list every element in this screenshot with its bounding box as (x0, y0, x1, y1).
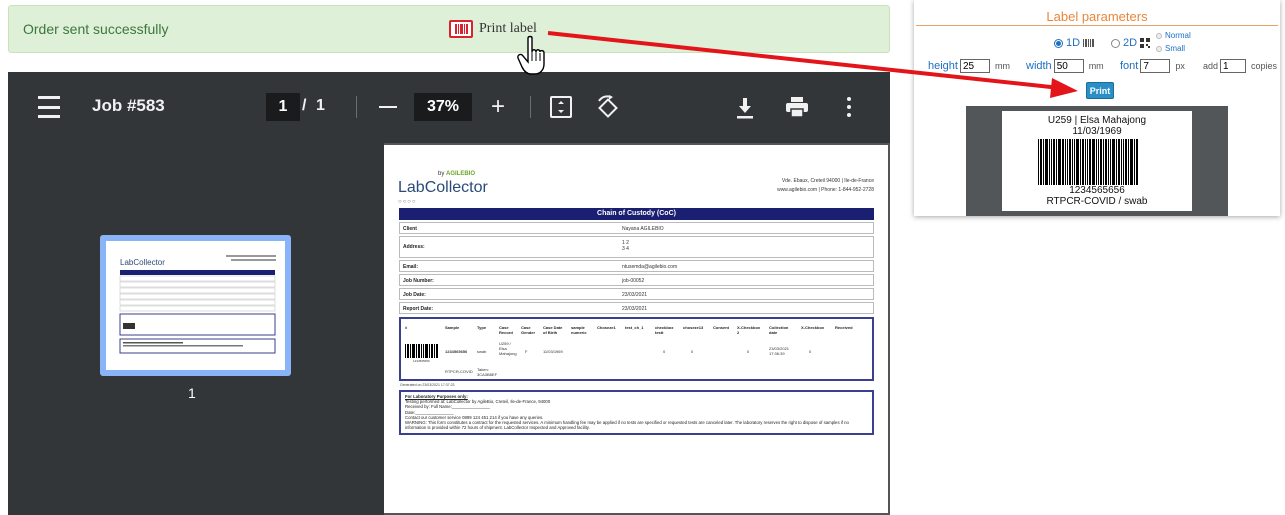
copies-input[interactable] (1220, 59, 1247, 73)
banner-message: Order sent successfully (23, 21, 169, 37)
width-input[interactable] (1053, 59, 1084, 73)
copies-param: add copies (1203, 59, 1277, 73)
toolbar-divider (356, 96, 357, 118)
radio-2d[interactable]: 2D (1111, 37, 1151, 49)
print-icon[interactable] (784, 95, 810, 119)
logo-dots-icon: ○○○○ (398, 199, 417, 205)
generated-note: Generated on 23/03/2021 17:37:23 (400, 383, 455, 387)
label-text-line: U259 | Elsa Mahajong (1047, 115, 1147, 126)
page-thumbnail[interactable]: LabCollector (100, 235, 291, 376)
download-icon[interactable] (734, 94, 756, 122)
pdf-toolbar: Job #583 1 / 1 37% + (8, 72, 890, 143)
qr-code-icon (1140, 38, 1151, 48)
radio-1d-button[interactable] (1054, 38, 1063, 48)
zoom-level-input[interactable]: 37% (414, 93, 472, 121)
zoom-out-button[interactable] (376, 94, 400, 120)
radio-size-normal[interactable]: Normal (1156, 31, 1191, 40)
pdf-page: by AGILEBIO LabCollector ○○○○ Vde. Ebaux… (384, 145, 888, 513)
info-row: Job Number: job-00052 (399, 274, 874, 286)
label-text-line: 11/03/1969 (1072, 126, 1122, 137)
width-param: width mm (1026, 59, 1104, 73)
samples-table: # Sample Type Case Record Case Gender Ca… (399, 317, 874, 381)
fit-to-page-icon[interactable] (550, 96, 572, 118)
page-total: 1 (316, 97, 325, 114)
print-label-text: Print label (479, 21, 537, 36)
success-banner: Order sent successfully Print label (8, 5, 890, 53)
label-parameters-panel: Label parameters 1D 2D Normal Small heig… (914, 0, 1280, 216)
info-row: Job Date: 23/03/2021 (399, 288, 874, 300)
label-card: U259 | Elsa Mahajong 11/03/1969 12345656… (1002, 111, 1192, 211)
title-divider (916, 25, 1278, 26)
barcode-1d-icon (1083, 39, 1095, 47)
label-text-line: 1234565656 (1069, 185, 1125, 196)
barcode-icon (449, 20, 473, 38)
rotate-icon[interactable] (594, 94, 622, 122)
radio-1d[interactable]: 1D (1054, 37, 1095, 49)
toolbar-divider (530, 96, 531, 118)
info-row: Client Nayana AGILEBIO (399, 222, 874, 234)
info-row: Report Date: 23/03/2021 (399, 302, 874, 314)
label-barcode (1038, 139, 1156, 185)
page-separator: / (302, 97, 307, 114)
zoom-in-button[interactable]: + (486, 93, 510, 120)
company-address: Vde. Ebaux, Creteil 94000 | Ile-de-Franc… (777, 178, 874, 193)
thumbnail-panel: LabCollector 1 (8, 143, 384, 515)
height-param: height mm (928, 59, 1010, 73)
lab-purposes-box: For Laboratory Purposes only: Testing pe… (399, 390, 874, 435)
label-text-line: RTPCR-COVID / swab (1046, 196, 1148, 207)
radio-size-small[interactable]: Small (1156, 44, 1185, 53)
sample-barcode (405, 344, 441, 358)
font-input[interactable] (1140, 59, 1171, 73)
height-input[interactable] (959, 59, 990, 73)
print-label-link[interactable]: Print label (449, 20, 537, 38)
page-number-input[interactable]: 1 (266, 93, 300, 121)
radio-2d-button[interactable] (1111, 38, 1120, 48)
thumbnail-page-number: 1 (188, 385, 196, 401)
print-button[interactable]: Print (1086, 82, 1114, 99)
menu-icon[interactable] (36, 96, 62, 118)
pdf-main-area: by AGILEBIO LabCollector ○○○○ Vde. Ebaux… (384, 143, 890, 515)
document-title: Job #583 (92, 96, 165, 115)
font-param: font px (1120, 59, 1185, 73)
more-options-icon[interactable] (840, 95, 858, 119)
label-preview: U259 | Elsa Mahajong 11/03/1969 12345656… (966, 106, 1228, 216)
label-parameters-title: Label parameters (1046, 9, 1148, 24)
info-row: Address: 1 2 3 4 (399, 236, 874, 258)
logo-part-2: Collector (424, 179, 488, 196)
info-row: Email: ntusemda@agilebio.com (399, 260, 874, 272)
logo-part-1: Lab (398, 179, 425, 196)
thumbnail-preview: LabCollector (106, 241, 285, 370)
svg-text:LabCollector: LabCollector (120, 258, 165, 267)
coc-title: Chain of Custody (CoC) (399, 208, 874, 220)
pdf-viewer: Job #583 1 / 1 37% + LabCollector 1 by A… (8, 72, 890, 515)
